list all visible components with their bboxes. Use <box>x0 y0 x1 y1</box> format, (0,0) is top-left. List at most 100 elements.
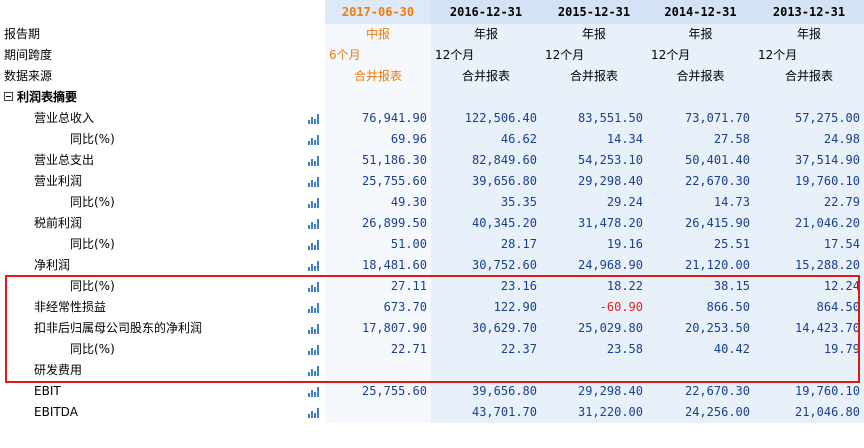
row-value: 12.24 <box>754 276 864 297</box>
meta-value: 合并报表 <box>431 66 541 87</box>
table-row: 净利润 18,481.60 30,752.60 24,968.90 21,120.00 1… <box>0 255 864 276</box>
table-row: 营业总支出 51,186.30 82,849.60 54,253.10 50,401.4… <box>0 150 864 171</box>
section-blank <box>754 87 864 108</box>
row-label: 非经常性损益 <box>0 297 280 318</box>
period-header[interactable]: 2014-12-31 <box>647 0 754 24</box>
meta-row: 报告期 中报 年报 年报 年报 年报 <box>0 24 864 45</box>
row-chart-cell[interactable] <box>280 381 325 402</box>
bar-chart-icon[interactable] <box>308 323 319 334</box>
row-value: 83,551.50 <box>541 108 647 129</box>
meta-value: 6个月 <box>325 45 431 66</box>
period-header[interactable]: 2013-12-31 <box>754 0 864 24</box>
meta-value: 12个月 <box>431 45 541 66</box>
meta-value: 12个月 <box>647 45 754 66</box>
row-value: -60.90 <box>541 297 647 318</box>
row-value: 31,478.20 <box>541 213 647 234</box>
row-chart-cell[interactable] <box>280 213 325 234</box>
row-value: 24,256.00 <box>647 402 754 423</box>
row-label: 税前利润 <box>0 213 280 234</box>
row-chart-cell[interactable] <box>280 402 325 423</box>
row-value <box>647 360 754 381</box>
row-chart-cell[interactable] <box>280 108 325 129</box>
row-value: 19,760.10 <box>754 381 864 402</box>
row-value: 76,941.90 <box>325 108 431 129</box>
row-value: 22.37 <box>431 339 541 360</box>
meta-label: 报告期 <box>0 24 280 45</box>
row-value: 22,670.30 <box>647 171 754 192</box>
row-value: 27.11 <box>325 276 431 297</box>
meta-value: 合并报表 <box>541 66 647 87</box>
row-label: 研发费用 <box>0 360 280 381</box>
bar-chart-icon[interactable] <box>308 218 319 229</box>
bar-chart-icon[interactable] <box>308 239 319 250</box>
meta-value: 12个月 <box>754 45 864 66</box>
row-chart-cell[interactable] <box>280 171 325 192</box>
row-chart-cell[interactable] <box>280 150 325 171</box>
row-value: 54,253.10 <box>541 150 647 171</box>
row-chart-cell[interactable] <box>280 192 325 213</box>
row-chart-cell[interactable] <box>280 276 325 297</box>
table-row: 研发费用 <box>0 360 864 381</box>
row-value: 22,670.30 <box>647 381 754 402</box>
bar-chart-icon[interactable] <box>308 155 319 166</box>
collapse-icon[interactable] <box>4 92 13 101</box>
table-row: 非经常性损益 673.70 122.90 -60.90 866.50 864.50 <box>0 297 864 318</box>
row-chart-cell[interactable] <box>280 129 325 150</box>
row-chart-cell[interactable] <box>280 297 325 318</box>
row-value: 38.15 <box>647 276 754 297</box>
row-value: 69.96 <box>325 129 431 150</box>
meta-label: 数据来源 <box>0 66 280 87</box>
section-blank <box>325 87 431 108</box>
row-chart-cell[interactable] <box>280 234 325 255</box>
table-row: EBITDA 43,701.70 31,220.00 24,256.00 21,046.… <box>0 402 864 423</box>
section-label: 利润表摘要 <box>17 90 78 104</box>
meta-value: 合并报表 <box>754 66 864 87</box>
row-chart-cell[interactable] <box>280 255 325 276</box>
section-blank <box>541 87 647 108</box>
row-chart-cell[interactable] <box>280 339 325 360</box>
table-row: 扣非后归属母公司股东的净利润 17,807.90 30,629.70 25,029.8… <box>0 318 864 339</box>
period-header[interactable]: 2017-06-30 <box>325 0 431 24</box>
row-chart-cell[interactable] <box>280 360 325 381</box>
bar-chart-icon[interactable] <box>308 386 319 397</box>
row-value: 15,288.20 <box>754 255 864 276</box>
row-value: 20,253.50 <box>647 318 754 339</box>
meta-value: 年报 <box>541 24 647 45</box>
row-label: 同比(%) <box>0 276 280 297</box>
section-title[interactable]: 利润表摘要 <box>0 87 280 108</box>
row-value: 866.50 <box>647 297 754 318</box>
financial-summary-table: 2017-06-30 2016-12-31 2015-12-31 2014-12-31… <box>0 0 864 423</box>
section-blank <box>647 87 754 108</box>
table-row: EBIT 25,755.60 39,656.80 29,298.40 22,670.30… <box>0 381 864 402</box>
bar-chart-icon[interactable] <box>308 197 319 208</box>
row-value <box>754 360 864 381</box>
meta-blank <box>280 45 325 66</box>
bar-chart-icon[interactable] <box>308 407 319 418</box>
bar-chart-icon[interactable] <box>308 134 319 145</box>
row-value: 17,807.90 <box>325 318 431 339</box>
meta-blank <box>280 24 325 45</box>
row-value: 49.30 <box>325 192 431 213</box>
row-label: 营业总支出 <box>0 150 280 171</box>
bar-chart-icon[interactable] <box>308 281 319 292</box>
period-header[interactable]: 2015-12-31 <box>541 0 647 24</box>
bar-chart-icon[interactable] <box>308 365 319 376</box>
period-header[interactable]: 2016-12-31 <box>431 0 541 24</box>
meta-blank <box>280 66 325 87</box>
meta-value: 年报 <box>431 24 541 45</box>
meta-row: 数据来源 合并报表 合并报表 合并报表 合并报表 合并报表 <box>0 66 864 87</box>
row-value: 50,401.40 <box>647 150 754 171</box>
section-blank <box>431 87 541 108</box>
bar-chart-icon[interactable] <box>308 176 319 187</box>
table-row: 同比(%) 27.11 23.16 18.22 38.15 12.24 <box>0 276 864 297</box>
row-value: 19.16 <box>541 234 647 255</box>
bar-chart-icon[interactable] <box>308 344 319 355</box>
bar-chart-icon[interactable] <box>308 113 319 124</box>
row-chart-cell[interactable] <box>280 318 325 339</box>
bar-chart-icon[interactable] <box>308 260 319 271</box>
row-value: 17.54 <box>754 234 864 255</box>
bar-chart-icon[interactable] <box>308 302 319 313</box>
meta-value: 合并报表 <box>647 66 754 87</box>
row-value <box>431 360 541 381</box>
row-value: 18.22 <box>541 276 647 297</box>
